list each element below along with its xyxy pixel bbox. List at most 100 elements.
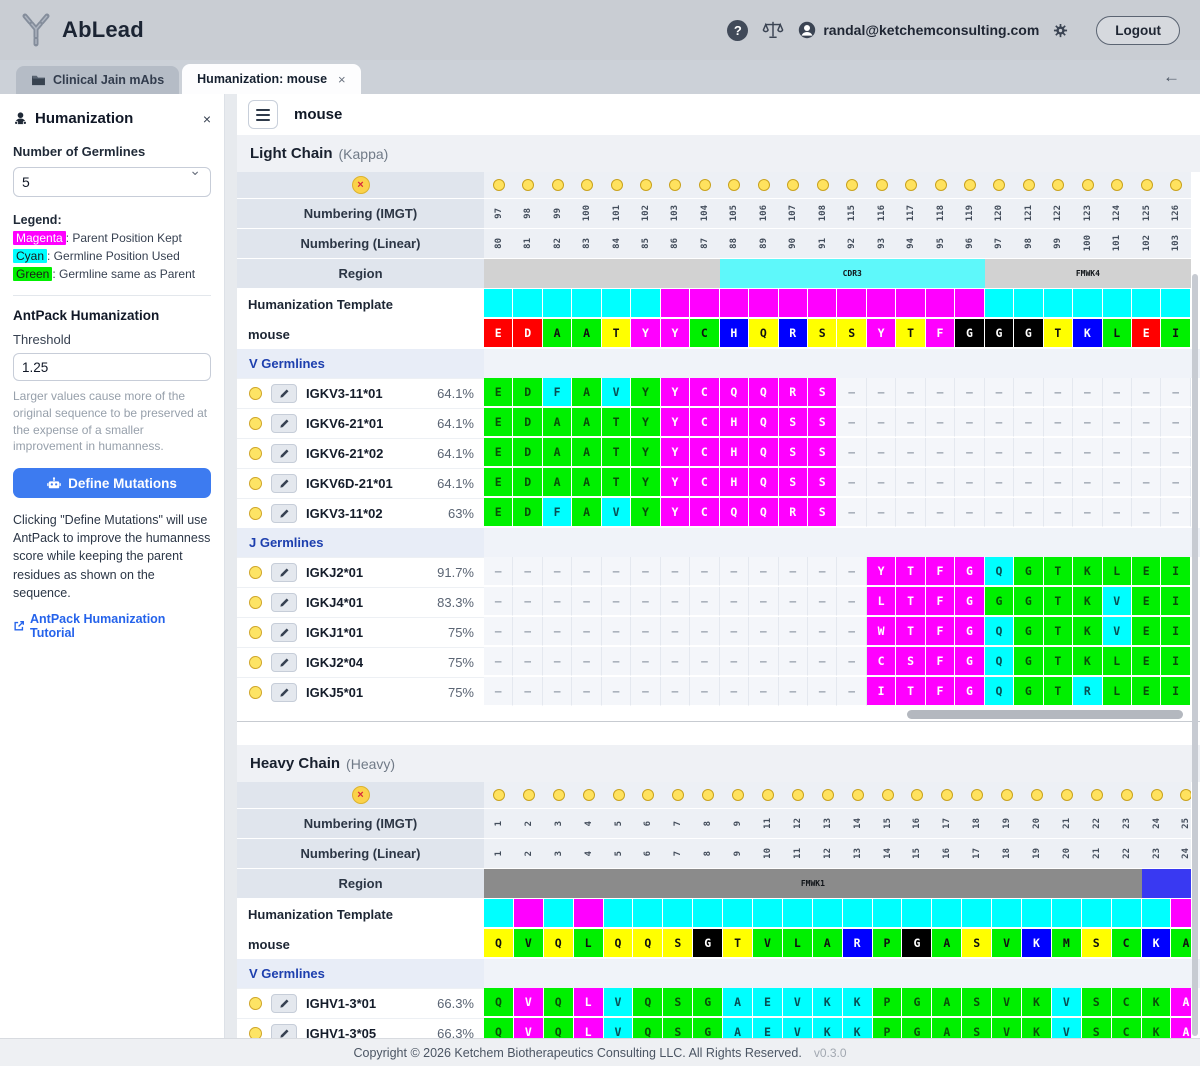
edit-germline-button[interactable] (271, 563, 297, 582)
antpack-tutorial-link[interactable]: AntPack Humanization Tutorial (13, 612, 211, 640)
germline-toggle-circle[interactable] (249, 626, 262, 639)
column-toggle-circle[interactable] (1121, 789, 1133, 801)
germline-toggle-circle[interactable] (249, 507, 262, 520)
column-toggle-circle[interactable] (1180, 789, 1191, 801)
column-toggle-circle[interactable] (993, 179, 1005, 191)
edit-germline-button[interactable] (271, 623, 297, 642)
column-toggle-circle[interactable] (640, 179, 652, 191)
row-label-template: Humanization Template (237, 899, 484, 929)
germline-residue-cell: I (1161, 617, 1190, 646)
column-toggle-circle[interactable] (1052, 179, 1064, 191)
column-toggle-circle[interactable] (728, 179, 740, 191)
column-toggle-circle[interactable] (792, 789, 804, 801)
tab-close-icon[interactable]: × (338, 72, 346, 87)
column-toggle-circle[interactable] (822, 789, 834, 801)
column-toggle-circle[interactable] (699, 179, 711, 191)
edit-germline-button[interactable] (271, 653, 297, 672)
column-toggle-circle[interactable] (1001, 789, 1013, 801)
column-toggle-circle[interactable] (971, 789, 983, 801)
linear-number: 18 (1002, 848, 1012, 859)
heavy-vertical-scrollbar-thumb[interactable] (1192, 786, 1198, 1036)
hamburger-menu-button[interactable] (248, 100, 278, 129)
column-toggle-circle[interactable] (493, 179, 505, 191)
column-toggle-circle[interactable] (935, 179, 947, 191)
logout-button[interactable]: Logout (1096, 16, 1180, 45)
column-toggle-circle[interactable] (1082, 179, 1094, 191)
germlines-count-select[interactable]: 5 (13, 167, 211, 197)
column-toggle-circle[interactable] (817, 179, 829, 191)
column-toggle-circle[interactable] (876, 179, 888, 191)
column-toggle-circle[interactable] (669, 179, 681, 191)
germline-toggle-circle[interactable] (249, 417, 262, 430)
empty-cell: – (602, 677, 631, 706)
empty-cell: – (720, 617, 749, 646)
column-toggle-circle[interactable] (762, 789, 774, 801)
column-toggle-circle[interactable] (846, 179, 858, 191)
user-email: randal@ketchemconsulting.com (823, 22, 1039, 38)
column-toggle-circle[interactable] (522, 179, 534, 191)
column-toggle-circle[interactable] (1151, 789, 1163, 801)
gear-icon[interactable] (1053, 23, 1068, 38)
scales-icon[interactable] (762, 20, 784, 40)
edit-germline-button[interactable] (271, 444, 297, 463)
column-toggle-circle[interactable] (642, 789, 654, 801)
column-toggle-circle[interactable] (672, 789, 684, 801)
germline-toggle-circle[interactable] (249, 1027, 262, 1038)
horizontal-scrollbar-thumb[interactable] (907, 710, 1183, 719)
edit-germline-button[interactable] (271, 504, 297, 523)
column-toggle-circle[interactable] (552, 179, 564, 191)
tab-clinical-jain-mabs[interactable]: Clinical Jain mAbs (16, 66, 179, 94)
sidebar-close-icon[interactable]: × (203, 111, 211, 127)
column-toggle-circle[interactable] (1031, 789, 1043, 801)
edit-germline-button[interactable] (271, 593, 297, 612)
column-toggle-circle[interactable] (581, 179, 593, 191)
germline-toggle-circle[interactable] (249, 566, 262, 579)
column-toggle-circle[interactable] (493, 789, 505, 801)
column-toggle-circle[interactable] (852, 789, 864, 801)
germline-toggle-circle[interactable] (249, 997, 262, 1010)
column-toggle-circle[interactable] (905, 179, 917, 191)
column-toggle-circle[interactable] (523, 789, 535, 801)
column-toggle-circle[interactable] (702, 789, 714, 801)
column-toggle-circle[interactable] (941, 789, 953, 801)
column-toggle-circle[interactable] (787, 179, 799, 191)
column-toggle-circle[interactable] (1091, 789, 1103, 801)
column-toggle-circle[interactable] (911, 789, 923, 801)
germline-toggle-circle[interactable] (249, 656, 262, 669)
empty-cell: – (1103, 468, 1132, 497)
reset-columns-button[interactable]: × (352, 176, 370, 194)
edit-germline-button[interactable] (271, 994, 297, 1013)
tab-humanization-mouse[interactable]: Humanization: mouse × (182, 64, 360, 94)
edit-germline-button[interactable] (271, 1024, 297, 1038)
column-toggle-circle[interactable] (1111, 179, 1123, 191)
germline-toggle-circle[interactable] (249, 477, 262, 490)
germline-toggle-circle[interactable] (249, 596, 262, 609)
edit-germline-button[interactable] (271, 384, 297, 403)
column-toggle-circle[interactable] (964, 179, 976, 191)
residue-cell: D (513, 319, 542, 348)
column-toggle-circle[interactable] (882, 789, 894, 801)
help-icon[interactable]: ? (727, 20, 748, 41)
column-toggle-circle[interactable] (1061, 789, 1073, 801)
germline-label-cell: IGKV3-11*0263% (237, 498, 484, 528)
column-toggle-circle[interactable] (732, 789, 744, 801)
column-toggle-circle[interactable] (1023, 179, 1035, 191)
back-arrow-icon[interactable]: ← (1163, 67, 1180, 87)
column-toggle-circle[interactable] (613, 789, 625, 801)
column-toggle-circle[interactable] (1170, 179, 1182, 191)
column-toggle-circle[interactable] (611, 179, 623, 191)
threshold-input[interactable] (13, 353, 211, 381)
germline-toggle-circle[interactable] (249, 447, 262, 460)
column-toggle-circle[interactable] (583, 789, 595, 801)
light-vertical-scrollbar-thumb[interactable] (1192, 274, 1198, 794)
edit-germline-button[interactable] (271, 683, 297, 702)
edit-germline-button[interactable] (271, 474, 297, 493)
germline-toggle-circle[interactable] (249, 686, 262, 699)
germline-toggle-circle[interactable] (249, 387, 262, 400)
reset-columns-button[interactable]: × (352, 786, 370, 804)
column-toggle-circle[interactable] (553, 789, 565, 801)
column-toggle-circle[interactable] (758, 179, 770, 191)
column-toggle-circle[interactable] (1141, 179, 1153, 191)
define-mutations-button[interactable]: Define Mutations (13, 468, 211, 498)
edit-germline-button[interactable] (271, 414, 297, 433)
